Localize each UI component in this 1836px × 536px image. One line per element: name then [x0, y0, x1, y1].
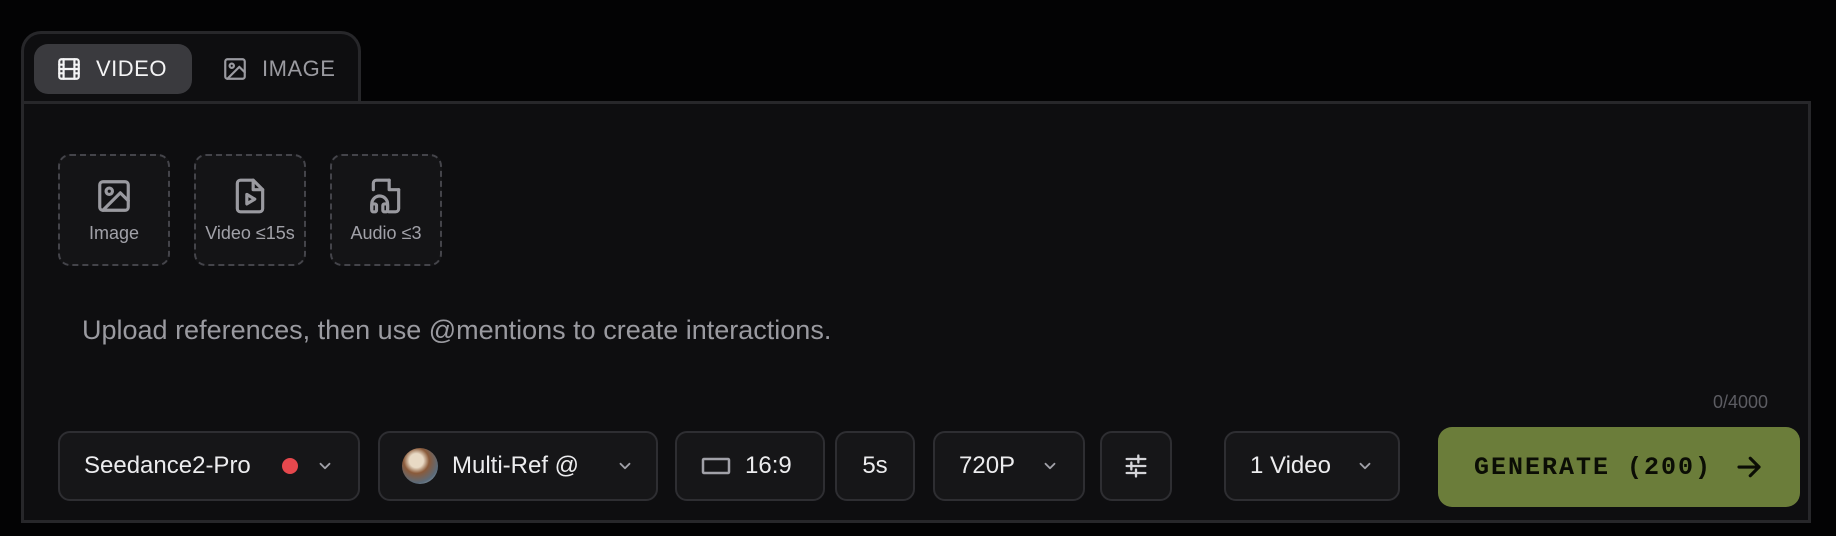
resolution-label: 720P [959, 452, 1016, 479]
aspect-ratio-icon [701, 457, 731, 475]
image-icon [224, 58, 246, 80]
video-count-label: 1 Video [1250, 452, 1331, 479]
tab-video-label: VIDEO [96, 56, 167, 81]
upload-image-button[interactable]: Image [58, 154, 170, 266]
chevron-down-icon [1044, 462, 1056, 470]
audio-file-icon [370, 178, 401, 213]
model-label: Seedance2-Pro [84, 452, 251, 479]
video-file-icon [235, 178, 265, 213]
upload-video-label: Video ≤15s [205, 222, 295, 243]
settings-button[interactable] [1100, 431, 1172, 501]
avatar [402, 448, 438, 484]
resolution-select[interactable]: 720P [933, 431, 1085, 501]
video-count-select[interactable]: 1 Video [1224, 431, 1400, 501]
tab-video[interactable]: VIDEO [34, 44, 192, 94]
chevron-down-icon [619, 462, 631, 470]
chevron-down-icon [1359, 462, 1371, 470]
status-dot [282, 458, 298, 474]
reference-select[interactable]: Multi-Ref @ [378, 431, 658, 501]
arrow-right-icon [1737, 456, 1761, 478]
upload-video-button[interactable]: Video ≤15s [194, 154, 306, 266]
image-icon [98, 179, 130, 212]
duration-label: 5s [862, 452, 888, 479]
character-counter: 0/4000 [1712, 392, 1768, 412]
upload-audio-label: Audio ≤3 [350, 222, 422, 243]
sliders-icon [1125, 454, 1147, 478]
aspect-ratio-select[interactable]: 16:9 [675, 431, 825, 501]
upload-audio-button[interactable]: Audio ≤3 [330, 154, 442, 266]
model-select[interactable]: Seedance2-Pro [58, 431, 360, 501]
film-icon [58, 58, 80, 80]
upload-image-label: Image [88, 222, 140, 243]
generate-button[interactable]: GENERATE (200) [1438, 427, 1800, 507]
duration-select[interactable]: 5s [835, 431, 915, 501]
aspect-ratio-label: 16:9 [745, 452, 792, 479]
chevron-down-icon [319, 462, 331, 470]
generate-label: GENERATE (200) [1473, 452, 1713, 482]
mode-tabs: VIDEO IMAGE [21, 31, 361, 101]
prompt-input[interactable] [80, 307, 1484, 353]
tab-image[interactable]: IMAGE [200, 44, 357, 94]
reference-label: Multi-Ref @ [452, 452, 580, 479]
composer-panel: Image Video ≤15s Audio ≤3 0/4000 Seedanc… [21, 101, 1811, 523]
tab-image-label: IMAGE [262, 56, 336, 81]
